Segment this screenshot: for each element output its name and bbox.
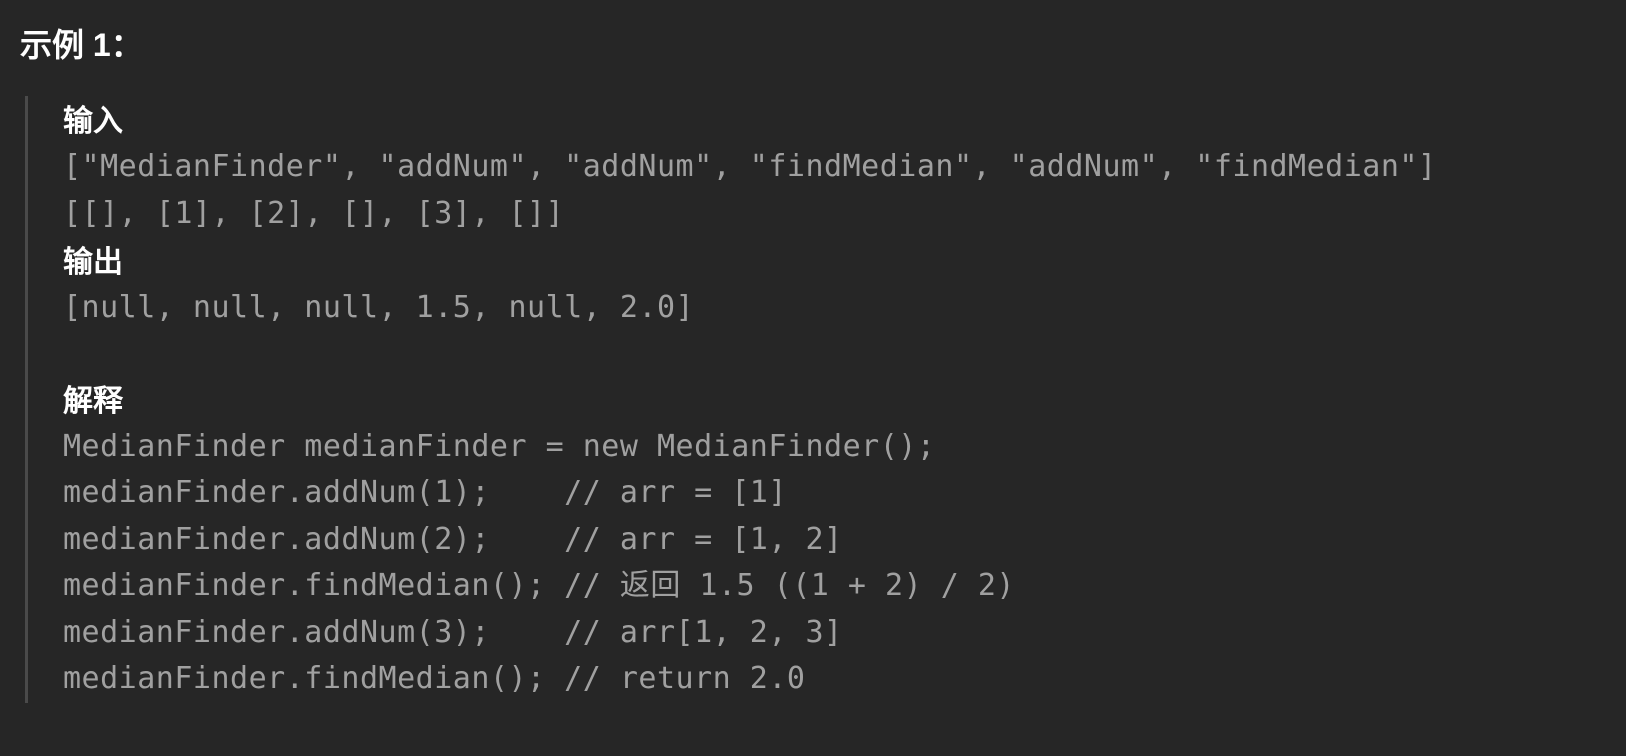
explanation-line-0: MedianFinder medianFinder = new MedianFi… [63,424,1606,471]
input-line-1: [[], [1], [2], [], [3], []] [63,191,1606,238]
example-heading: 示例 1： [20,20,1606,66]
explanation-label: 解释 [63,376,1606,420]
explanation-line-1: medianFinder.addNum(1); // arr = [1] [63,470,1606,517]
explanation-line-2: medianFinder.addNum(2); // arr = [1, 2] [63,517,1606,564]
example-block: 输入 ["MedianFinder", "addNum", "addNum", … [25,96,1606,703]
input-label: 输入 [63,96,1606,140]
explanation-line-5: medianFinder.findMedian(); // return 2.0 [63,656,1606,703]
output-label: 输出 [63,237,1606,281]
input-line-0: ["MedianFinder", "addNum", "addNum", "fi… [63,144,1606,191]
explanation-line-3: medianFinder.findMedian(); // 返回 1.5 ((1… [63,563,1606,610]
output-line-0: [null, null, null, 1.5, null, 2.0] [63,285,1606,332]
explanation-line-4: medianFinder.addNum(3); // arr[1, 2, 3] [63,610,1606,657]
